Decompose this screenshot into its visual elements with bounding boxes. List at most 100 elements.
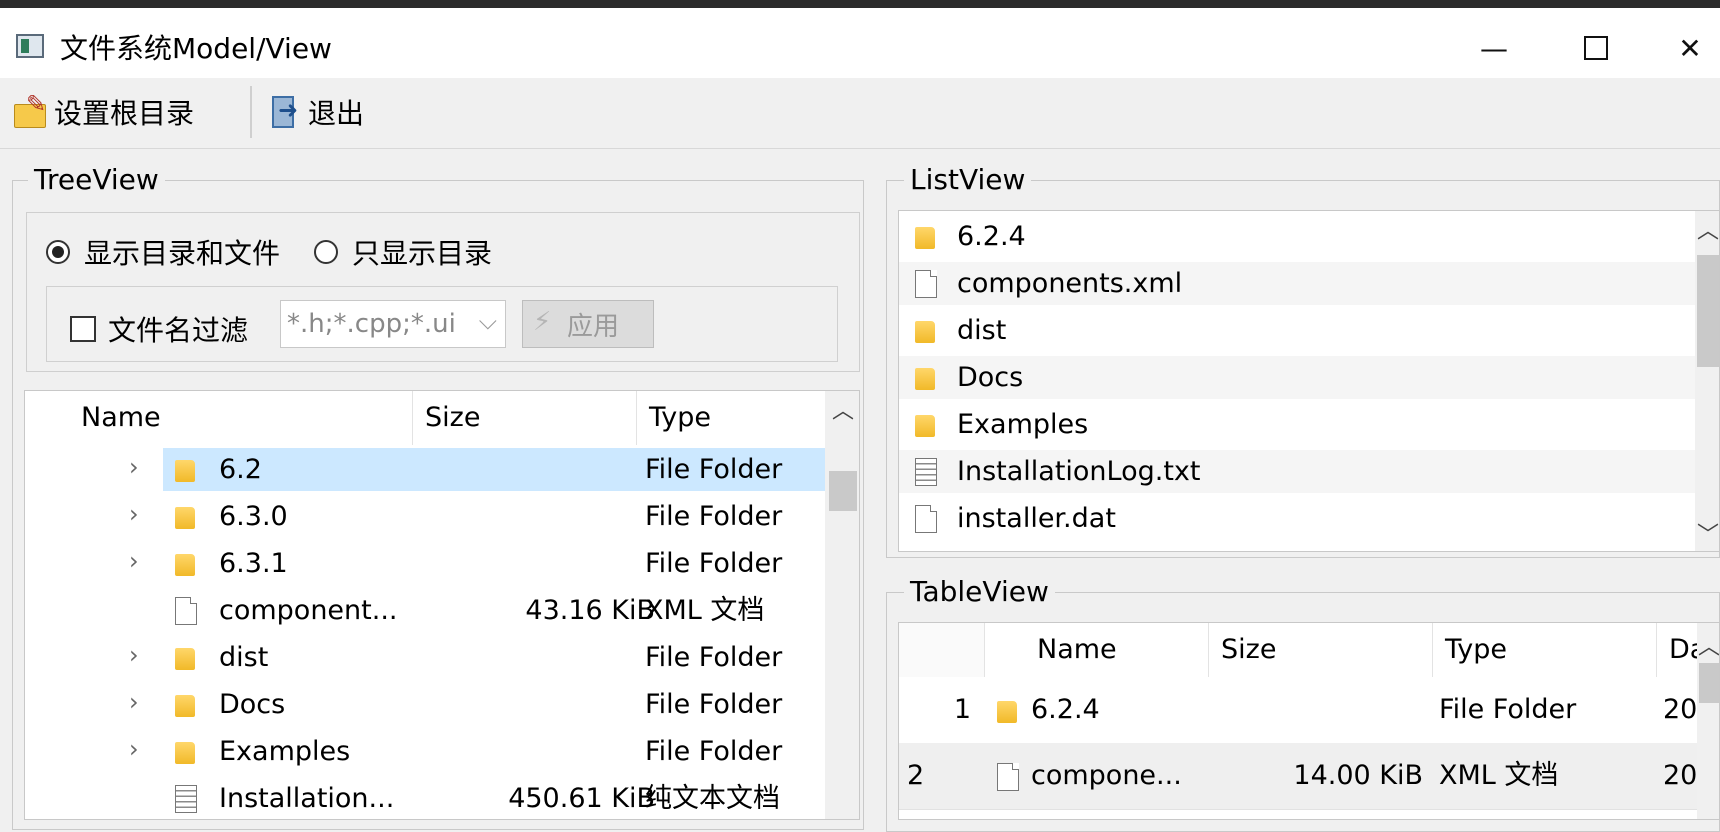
folder-icon — [175, 550, 197, 576]
list-item[interactable]: 6.2.4 — [899, 215, 1695, 258]
tree-cell-size — [425, 683, 655, 726]
close-button[interactable]: ✕ — [1660, 22, 1720, 74]
tree-cell-size — [425, 495, 655, 538]
scroll-down-icon[interactable]: ﹀ — [1695, 517, 1719, 549]
table-row[interactable]: 1 6.2.4 File Folder 20 — [899, 677, 1697, 744]
scroll-up-icon[interactable]: ︿ — [1697, 629, 1719, 661]
chevron-right-icon[interactable]: › — [129, 681, 139, 724]
list-vertical-scrollbar[interactable]: ︿ ﹀ — [1695, 211, 1719, 551]
tree-scroll-thumb[interactable] — [829, 471, 857, 511]
tree-cell-name: 6.3.1 — [219, 548, 288, 579]
tree-cell-type: File Folder — [645, 454, 783, 485]
list-item[interactable]: installer.dat — [899, 497, 1695, 540]
toolbar-separator — [250, 86, 252, 138]
checkbox-unchecked-icon — [70, 316, 96, 342]
minimize-button[interactable]: — — [1464, 22, 1524, 74]
file-icon — [915, 505, 937, 533]
chevron-right-icon[interactable]: › — [129, 493, 139, 536]
maximize-button[interactable] — [1566, 22, 1626, 74]
treeview-group-title: TreeView — [28, 163, 165, 197]
file-icon — [997, 763, 1019, 791]
table-row-number: 2 — [907, 760, 925, 791]
table-header-type[interactable]: Type — [1433, 623, 1657, 677]
exit-button[interactable]: 退出 — [266, 88, 364, 136]
tree-cell-size — [425, 636, 655, 679]
chevron-down-icon: ⌵ — [478, 307, 497, 335]
tree-cell-name: Installation... — [219, 783, 395, 814]
chevron-right-icon[interactable]: › — [129, 540, 139, 583]
scroll-up-icon[interactable]: ︿ — [825, 393, 859, 425]
tree-row[interactable]: › 6.3.0 File Folder — [25, 495, 825, 538]
list-item[interactable]: Examples — [899, 403, 1695, 446]
list-view[interactable]: 6.2.4 components.xml dist Docs Examples Insta… — [898, 210, 1720, 552]
tree-vertical-scrollbar[interactable]: ︿ — [825, 391, 859, 819]
tree-row[interactable]: › Docs File Folder — [25, 683, 825, 726]
table-scroll-thumb[interactable] — [1699, 663, 1719, 703]
list-item-label: InstallationLog.txt — [957, 456, 1201, 487]
list-scroll-thumb[interactable] — [1697, 255, 1719, 367]
tree-row[interactable]: › 6.3.1 File Folder — [25, 542, 825, 585]
tree-cell-type: 纯文本文档 — [645, 783, 780, 814]
title-bar[interactable]: 文件系统Model/View — ✕ — [0, 8, 1720, 78]
tree-cell-size — [425, 730, 655, 773]
folder-icon — [175, 644, 197, 670]
table-cell-size — [1209, 677, 1423, 743]
table-cell-name: compone... — [1031, 760, 1182, 791]
tree-cell-type: XML 文档 — [645, 595, 765, 626]
tree-row[interactable]: › 6.2 File Folder — [25, 448, 825, 491]
radio-show-dirs-and-files[interactable]: 显示目录和文件 — [46, 232, 280, 272]
list-item[interactable]: Docs — [899, 356, 1695, 399]
close-icon: ✕ — [1678, 31, 1702, 65]
tree-header-type[interactable]: Type — [637, 391, 849, 445]
folder-icon — [175, 738, 197, 764]
tree-row[interactable]: component... 43.16 KiB XML 文档 — [25, 589, 825, 632]
table-cell-date: 20 — [1663, 760, 1697, 791]
apply-filter-button[interactable]: 应用 — [522, 300, 654, 348]
folder-edit-icon — [12, 90, 48, 130]
table-vertical-scrollbar[interactable]: ︿ — [1697, 623, 1719, 819]
table-row[interactable]: 2 compone... 14.00 KiB XML 文档 20 — [899, 743, 1697, 810]
radio-show-dirs-and-files-label: 显示目录和文件 — [84, 237, 281, 270]
set-root-dir-button[interactable]: 设置根目录 — [12, 88, 194, 136]
table-header-name[interactable]: Name — [985, 623, 1209, 677]
table-corner-button[interactable] — [899, 623, 985, 677]
tree-header-name[interactable]: Name — [25, 391, 413, 445]
filename-filter-label: 文件名过滤 — [108, 314, 249, 347]
list-item-label: installer.dat — [957, 503, 1116, 534]
filename-filter-checkbox[interactable]: 文件名过滤 — [70, 309, 248, 349]
tableview-group-title: TableView — [904, 575, 1055, 609]
maximize-icon — [1584, 36, 1608, 60]
tree-cell-type: File Folder — [645, 642, 783, 673]
tree-row[interactable]: Installation... 450.61 KiB 纯文本文档 — [25, 777, 825, 819]
chevron-right-icon[interactable]: › — [129, 634, 139, 677]
tree-cell-size: 450.61 KiB — [508, 783, 655, 814]
list-item[interactable]: InstallationLog.txt — [899, 450, 1695, 493]
chevron-right-icon[interactable]: › — [129, 446, 139, 489]
tree-view[interactable]: Name Size Type › 6.2 File Folder › 6.3.0 File… — [24, 390, 860, 820]
chevron-right-icon[interactable]: › — [129, 728, 139, 771]
toolbar: 设置根目录 退出 — [0, 78, 1720, 149]
tree-header-size[interactable]: Size — [413, 391, 637, 445]
tree-row[interactable]: › Examples File Folder — [25, 730, 825, 773]
tree-cell-name: 6.2 — [219, 454, 262, 485]
radio-show-dirs-only[interactable]: 只显示目录 — [314, 232, 492, 272]
list-item-label: components.xml — [957, 268, 1183, 299]
table-view[interactable]: Name Size Type Da 1 6.2.4 File Folder 20 2 co… — [898, 622, 1720, 820]
exit-label: 退出 — [308, 97, 365, 130]
filter-pattern-combo[interactable]: *.h;*.cpp;*.ui ⌵ — [280, 300, 506, 348]
radio-show-dirs-only-label: 只显示目录 — [352, 237, 493, 270]
table-header-date[interactable]: Da — [1657, 623, 1706, 677]
list-item-label: 6.2.4 — [957, 221, 1026, 252]
folder-icon — [915, 223, 937, 249]
table-cell-date: 20 — [1663, 694, 1697, 725]
tree-row[interactable]: › dist File Folder — [25, 636, 825, 679]
tree-cell-size: 43.16 KiB — [525, 595, 655, 626]
table-cell-size: 14.00 KiB — [1293, 760, 1423, 791]
folder-icon — [915, 317, 937, 343]
list-item[interactable]: dist — [899, 309, 1695, 352]
file-icon — [175, 597, 197, 625]
table-header-size[interactable]: Size — [1209, 623, 1433, 677]
list-item[interactable]: components.xml — [899, 262, 1695, 305]
scroll-up-icon[interactable]: ︿ — [1695, 213, 1719, 245]
tree-cell-name: dist — [219, 642, 269, 673]
